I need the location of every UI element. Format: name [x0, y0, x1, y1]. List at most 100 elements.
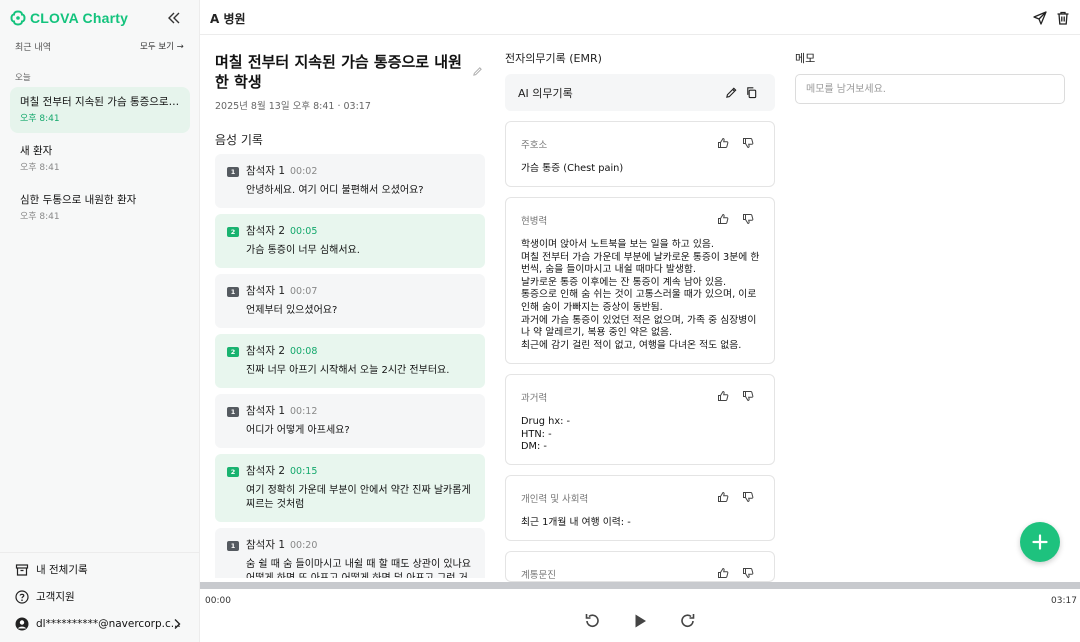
rewind-icon[interactable] — [583, 612, 601, 630]
add-button[interactable] — [1020, 522, 1060, 562]
all-records-link[interactable]: 내 전체기록 — [15, 562, 88, 577]
thumbs-up-icon[interactable] — [717, 567, 729, 579]
utterance-time[interactable]: 00:15 — [290, 466, 317, 477]
speaker-badge: 1 — [227, 541, 239, 551]
avatar-icon — [15, 617, 29, 631]
utterance: 2 참석자 2 00:15 여기 정확히 가운데 부분이 안에서 약간 진짜 날카… — [215, 454, 485, 522]
speaker-name: 참석자 1 — [246, 285, 285, 297]
utterance-time[interactable]: 00:12 — [290, 406, 317, 417]
thumbs-up-icon[interactable] — [717, 137, 729, 149]
card-title: 과거력 — [521, 393, 548, 404]
hospital-title: A 병원 — [210, 12, 246, 26]
utterance: 1 참석자 1 00:12 어디가 어떻게 아프세요? — [215, 394, 485, 448]
utterance-time[interactable]: 00:08 — [290, 346, 317, 357]
send-icon[interactable] — [1032, 10, 1048, 26]
emr-card-social-history: 개인력 및 사회력 최근 1개월 내 여행 이력: - — [505, 475, 775, 541]
utterance-text: 언제부터 있으셨어요? — [246, 305, 338, 316]
sidebar-item-title: 심한 두통으로 내원한 환자 — [20, 194, 137, 206]
sidebar-item-time: 오후 8:41 — [20, 212, 60, 222]
support-link[interactable]: 고객지원 — [15, 589, 75, 604]
audio-progress-bar[interactable] — [200, 582, 1080, 589]
all-records-label: 내 전체기록 — [36, 564, 88, 576]
thumbs-down-icon[interactable] — [742, 567, 754, 579]
emr-card-review-of-systems: 계통문진 — [505, 551, 775, 582]
thumbs-down-icon[interactable] — [742, 491, 754, 503]
speaker-badge: 1 — [227, 287, 239, 297]
sidebar-item-time: 오후 8:41 — [20, 163, 60, 173]
memo-input[interactable] — [795, 74, 1065, 104]
transcript-list[interactable]: 1 참석자 1 00:02 안녕하세요. 여기 어디 불편해서 오셨어요? 2 참… — [215, 154, 485, 578]
speaker-badge: 1 — [227, 167, 239, 177]
utterance: 2 참석자 2 00:05 가슴 통증이 너무 심해서요. — [215, 214, 485, 268]
copy-icon[interactable] — [745, 86, 758, 99]
thumbs-up-icon[interactable] — [717, 491, 729, 503]
record-date: 2025년 8월 13일 오후 8:41 · 03:17 — [215, 101, 371, 112]
ai-record-title: AI 의무기록 — [518, 87, 573, 100]
utterance-text: 어디가 어떻게 아프세요? — [246, 425, 350, 436]
emr-card-present-illness: 현병력 학생이며 앉아서 노트북을 보는 일을 하고 있음. 며칠 전부터 가슴… — [505, 197, 775, 364]
sidebar-item-chest-pain[interactable]: 며칠 전부터 지속된 가슴 통증으로 내원한 환자 오후 8:41 — [10, 87, 190, 133]
trash-icon[interactable] — [1055, 10, 1071, 26]
sidebar-divider — [0, 552, 200, 553]
forward-icon[interactable] — [679, 612, 697, 630]
recent-label: 최근 내역 — [15, 43, 51, 53]
user-email: dl**********@navercorp.c... — [36, 618, 181, 630]
voice-record-label: 음성 기록 — [215, 133, 263, 147]
emr-label: 전자의무기록 (EMR) — [505, 52, 602, 65]
utterance-time[interactable]: 00:05 — [290, 226, 317, 237]
see-all-link[interactable]: 모두 보기 → — [140, 40, 184, 52]
collapse-sidebar-icon[interactable] — [166, 10, 182, 26]
utterance: 1 참석자 1 00:02 안녕하세요. 여기 어디 불편해서 오셨어요? — [215, 154, 485, 208]
user-account-row[interactable]: dl**********@navercorp.c... — [15, 617, 181, 631]
emr-card-past-history: 과거력 Drug hx: - HTN: - DM: - — [505, 374, 775, 465]
memo-label: 메모 — [795, 52, 816, 65]
utterance-time[interactable]: 00:07 — [290, 286, 317, 297]
card-title: 주호소 — [521, 140, 548, 151]
help-icon — [15, 589, 29, 604]
plus-icon — [1032, 534, 1048, 550]
utterance-time[interactable]: 00:20 — [290, 540, 317, 551]
record-title: 며칠 전부터 지속된 가슴 통증으로 내원한 학생 — [215, 53, 462, 91]
card-body[interactable]: Drug hx: - HTN: - DM: - — [521, 416, 765, 454]
chevron-right-icon[interactable] — [172, 618, 182, 630]
support-label: 고객지원 — [36, 591, 75, 603]
utterance-text: 여기 정확히 가운데 부분이 안에서 약간 진짜 날카롭게 찌르는 것처럼 — [246, 485, 471, 510]
thumbs-up-icon[interactable] — [717, 390, 729, 402]
utterance-text: 안녕하세요. 여기 어디 불편해서 오셨어요? — [246, 185, 424, 196]
speaker-name: 참석자 2 — [246, 465, 285, 477]
brand-logo[interactable]: CLOVA Charty — [10, 8, 128, 28]
sidebar-item-new-patient[interactable]: 새 환자 오후 8:41 — [10, 136, 190, 182]
section-today-label: 오늘 — [15, 73, 31, 83]
utterance-text: 숨 쉴 때 숨 들이마시고 내쉴 때 할 때도 상관이 있나요 어떻게 하면 또… — [246, 559, 471, 578]
sidebar: CLOVA Charty 최근 내역 모두 보기 → 오늘 며칠 전부터 지속된… — [0, 0, 200, 642]
speaker-name: 참석자 1 — [246, 539, 285, 551]
current-time: 00:00 — [205, 596, 231, 606]
play-icon[interactable] — [631, 612, 649, 630]
card-body[interactable]: 최근 1개월 내 여행 이력: - — [521, 517, 765, 530]
sidebar-item-headache[interactable]: 심한 두통으로 내원한 환자 오후 8:41 — [10, 185, 190, 231]
archive-icon — [15, 563, 29, 576]
sidebar-item-time: 오후 8:41 — [20, 114, 60, 124]
thumbs-down-icon[interactable] — [742, 137, 754, 149]
thumbs-down-icon[interactable] — [742, 390, 754, 402]
card-body[interactable]: 학생이며 앉아서 노트북을 보는 일을 하고 있음. 며칠 전부터 가슴 가운데… — [521, 239, 765, 352]
utterance-text: 진짜 너무 아프기 시작해서 오늘 2시간 전부터요. — [246, 365, 450, 376]
total-time: 03:17 — [1051, 596, 1077, 606]
clova-logo-icon — [10, 10, 26, 26]
edit-title-icon[interactable] — [472, 66, 483, 77]
utterance-time[interactable]: 00:02 — [290, 166, 317, 177]
thumbs-down-icon[interactable] — [742, 213, 754, 225]
speaker-name: 참석자 1 — [246, 405, 285, 417]
speaker-name: 참석자 2 — [246, 345, 285, 357]
speaker-badge: 2 — [227, 467, 239, 477]
edit-icon[interactable] — [725, 86, 738, 99]
utterance: 1 참석자 1 00:20 숨 쉴 때 숨 들이마시고 내쉴 때 할 때도 상관이… — [215, 528, 485, 578]
speaker-badge: 2 — [227, 227, 239, 237]
utterance: 2 참석자 2 00:08 진짜 너무 아프기 시작해서 오늘 2시간 전부터요. — [215, 334, 485, 388]
speaker-badge: 1 — [227, 407, 239, 417]
card-body[interactable]: 가슴 통증 (Chest pain) — [521, 163, 765, 176]
ai-record-header: AI 의무기록 — [505, 74, 775, 111]
thumbs-up-icon[interactable] — [717, 213, 729, 225]
card-title: 현병력 — [521, 216, 548, 227]
speaker-badge: 2 — [227, 347, 239, 357]
